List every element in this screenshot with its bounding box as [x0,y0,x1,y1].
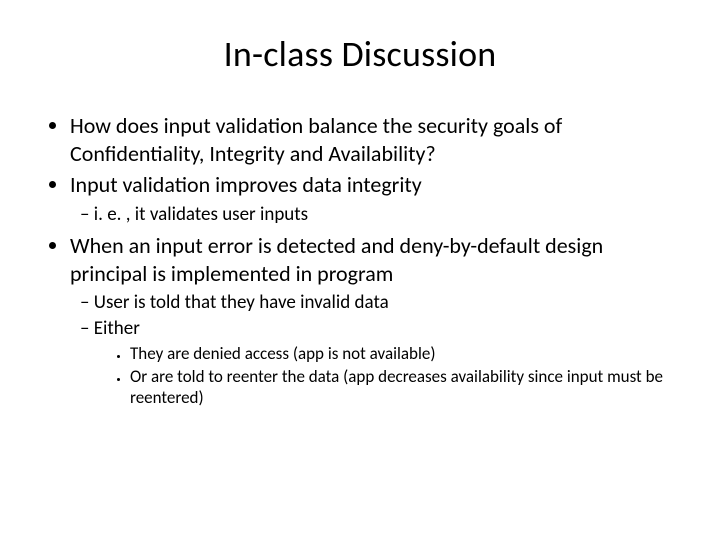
sub-sub-bullet-list: They are denied access (app is not avail… [98,343,680,409]
sub-bullet-text: i. e. , it validates user inputs [94,203,308,226]
bullet-text: Input validation improves data integrity [70,171,422,198]
sub-bullet-list: User is told that they have invalid data… [70,291,680,408]
bullet-text: How does input validation balance the se… [70,112,562,167]
bullet-list: How does input validation balance the se… [40,112,680,409]
sub-bullet-text: Either [94,317,140,340]
bullet-text: When an input error is detected and deny… [70,232,603,287]
slide-title: In-class Discussion [40,32,680,76]
sub-sub-bullet-text: They are denied access (app is not avail… [130,343,436,364]
slide: In-class Discussion How does input valid… [0,0,720,540]
sub-sub-bullet-text: Or are told to reenter the data (app dec… [130,366,663,408]
sub-bullet-list: i. e. , it validates user inputs [70,203,680,227]
sub-bullet-item: i. e. , it validates user inputs [98,203,680,227]
sub-bullet-item: User is told that they have invalid data [98,291,680,315]
bullet-item: How does input validation balance the se… [70,112,680,167]
sub-sub-bullet-item: They are denied access (app is not avail… [130,343,680,364]
sub-bullet-text: User is told that they have invalid data [94,291,389,314]
sub-sub-bullet-item: Or are told to reenter the data (app dec… [130,366,680,409]
bullet-item: When an input error is detected and deny… [70,232,680,408]
sub-bullet-item: Either They are denied access (app is no… [98,317,680,409]
bullet-item: Input validation improves data integrity… [70,171,680,226]
